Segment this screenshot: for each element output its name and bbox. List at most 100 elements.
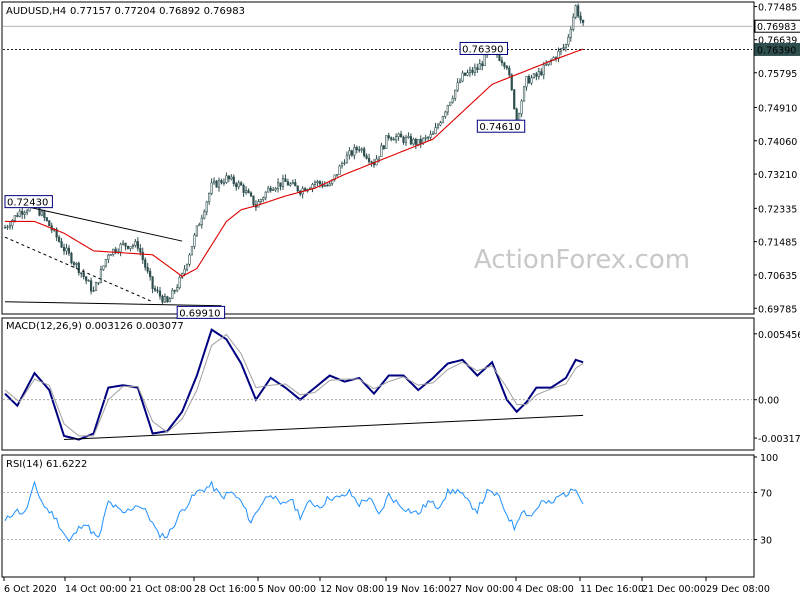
candle-body <box>183 268 186 274</box>
candle-body <box>451 97 454 103</box>
candle-body <box>358 149 361 151</box>
macd-y-tick-label: 0.00 <box>758 396 779 407</box>
candle-body <box>210 182 213 194</box>
candle-body <box>392 138 395 141</box>
candle-body <box>402 136 405 143</box>
candle-body <box>522 86 526 102</box>
candle-body <box>281 178 285 187</box>
candle-body <box>272 189 275 191</box>
macd-y-tick-label: -0.003178 <box>758 434 800 445</box>
price-y-tick-label: 0.71485 <box>758 238 797 249</box>
candle-body <box>409 136 413 145</box>
candle-body <box>23 212 26 215</box>
candle-body <box>500 60 504 64</box>
candle-body <box>136 241 139 249</box>
candle-body <box>434 127 437 134</box>
candle-body <box>16 215 19 217</box>
candle-body <box>156 289 159 292</box>
candle-body <box>276 182 280 189</box>
candle-body <box>80 272 83 274</box>
rsi-y-tick-label: 100 <box>760 453 778 464</box>
candle-body <box>581 19 585 23</box>
price-header-symbol: AUDUSD,H4 <box>6 6 66 17</box>
candle-body <box>530 77 533 84</box>
candle-body <box>193 234 196 247</box>
candle-body <box>397 133 400 137</box>
candle-body <box>532 73 535 79</box>
candle-body <box>171 290 174 299</box>
candle-body <box>240 182 243 186</box>
candle-body <box>377 156 381 160</box>
candle-body <box>367 158 371 163</box>
candle-body <box>217 180 221 188</box>
candle-body <box>326 184 329 187</box>
candle-body <box>60 241 63 248</box>
chart-svg: ActionForex.com 0.72430 0.69910 0.76390 0.7… <box>0 0 800 600</box>
candle-body <box>466 72 469 76</box>
rsi-y-tick-label: 70 <box>760 488 772 499</box>
candle-body <box>6 226 9 229</box>
macd-header: MACD(12,26,9) 0.003126 0.003077 <box>6 321 184 332</box>
candle-body <box>446 105 449 113</box>
price-header-ohlc: 0.77157 0.77204 0.76892 0.76983 <box>70 6 245 17</box>
candle-body <box>13 215 16 221</box>
x-axis-tick-label: 19 Nov 16:00 <box>386 584 450 595</box>
candle-body <box>225 175 228 183</box>
candle-body <box>161 295 164 303</box>
candle-body <box>542 64 545 76</box>
candle-body <box>90 280 93 292</box>
candle-body <box>478 63 481 70</box>
x-axis-tick-label: 21 Dec 00:00 <box>642 584 706 595</box>
candle-body <box>296 185 299 192</box>
candle-body <box>458 80 462 84</box>
candle-body <box>85 276 88 281</box>
candle-body <box>190 246 194 256</box>
candle-body <box>8 225 12 228</box>
candle-body <box>104 259 107 267</box>
candle-body <box>252 195 255 206</box>
candle-body <box>158 290 162 297</box>
candle-body <box>382 145 385 149</box>
candle-body <box>26 210 29 213</box>
x-axis-tick-label: 5 Nov 00:00 <box>258 584 316 595</box>
candle-body <box>230 176 233 180</box>
candle-body <box>335 174 339 176</box>
candle-body <box>3 227 7 229</box>
candle-body <box>355 147 358 151</box>
candle-body <box>40 211 43 216</box>
price-annotation-label: 0.72430 <box>7 198 48 209</box>
x-axis-tick-label: 11 Dec 16:00 <box>580 584 644 595</box>
candle-body <box>343 162 346 165</box>
candle-body <box>163 296 167 303</box>
candle-body <box>166 296 169 303</box>
candle-body <box>387 135 390 138</box>
candle-body <box>404 137 408 143</box>
candle-body <box>97 282 100 284</box>
candle-body <box>139 247 142 253</box>
candle-body <box>247 190 250 194</box>
candle-body <box>176 287 179 292</box>
candle-body <box>141 251 144 261</box>
x-axis-tick-label: 29 Dec 08:00 <box>706 584 770 595</box>
candle-body <box>461 72 464 82</box>
candle-body <box>205 201 208 213</box>
candle-body <box>429 134 432 138</box>
candle-body <box>515 108 518 121</box>
candle-body <box>289 183 292 186</box>
candle-body <box>173 290 176 292</box>
candle-body <box>414 138 417 145</box>
chart-container: ActionForex.com 0.72430 0.69910 0.76390 0.7… <box>0 0 800 600</box>
candle-body <box>503 62 506 67</box>
candle-body <box>151 276 154 289</box>
candle-body <box>267 187 270 193</box>
candle-body <box>235 183 238 188</box>
candle-body <box>468 69 472 74</box>
candle-body <box>124 242 127 247</box>
candle-body <box>508 67 511 76</box>
candle-body <box>269 187 272 191</box>
candle-body <box>545 64 548 66</box>
chart-background <box>0 0 800 600</box>
x-axis-tick-label: 28 Oct 16:00 <box>194 584 256 595</box>
candle-body <box>215 180 218 188</box>
current-price-label: 0.76983 <box>757 22 796 33</box>
